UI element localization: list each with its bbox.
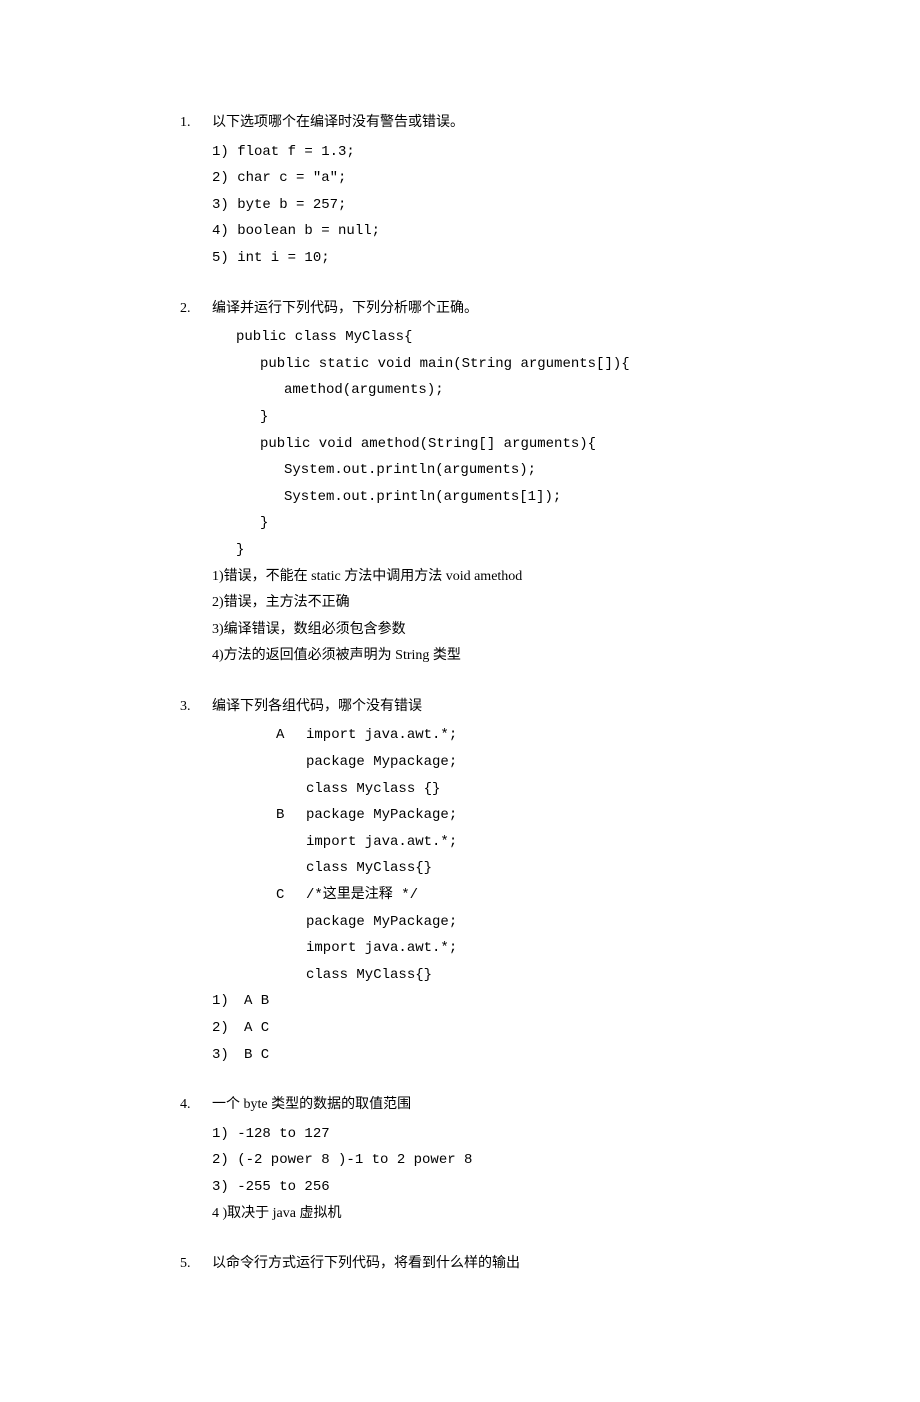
question-3-number: 3. — [180, 694, 212, 721]
question-1-header: 1. 以下选项哪个在编译时没有警告或错误。 — [180, 110, 740, 137]
q3-a-code-0: import java.awt.*; — [306, 722, 457, 749]
q2-ans-3: 3)编译错误，数组必须包含参数 — [180, 617, 740, 644]
q3-a-code-1: package Mypackage; — [180, 749, 740, 776]
q4-opt-1: 1) -128 to 127 — [180, 1121, 740, 1148]
q2-code-0: public class MyClass{ — [180, 324, 740, 351]
q3-opt-2-no: 2) — [212, 1015, 244, 1042]
q2-code-3: } — [180, 404, 740, 431]
q1-opt-1: 1) float f = 1.3; — [180, 139, 740, 166]
q3-opt-2: 2)A C — [180, 1015, 740, 1042]
q2-code-6: System.out.println(arguments[1]); — [180, 484, 740, 511]
q3-letter-c: C — [276, 882, 306, 909]
q3-c-code-3: class MyClass{} — [180, 962, 740, 989]
question-2-number: 2. — [180, 296, 212, 323]
question-5-number: 5. — [180, 1251, 212, 1278]
q2-ans-4: 4)方法的返回值必须被声明为 String 类型 — [180, 643, 740, 670]
q4-opt-4: 4 )取决于 java 虚拟机 — [180, 1201, 740, 1228]
q3-group-a-line-0: Aimport java.awt.*; — [180, 722, 740, 749]
question-2: 2. 编译并运行下列代码，下列分析哪个正确。 public class MyCl… — [180, 296, 740, 670]
question-5-text: 以命令行方式运行下列代码，将看到什么样的输出 — [212, 1251, 520, 1278]
document-page: 1. 以下选项哪个在编译时没有警告或错误。 1) float f = 1.3; … — [0, 0, 920, 1402]
q3-c-code-2: import java.awt.*; — [180, 935, 740, 962]
q3-b-code-0: package MyPackage; — [306, 802, 457, 829]
q3-opt-2-val: A C — [244, 1015, 269, 1042]
question-1-text: 以下选项哪个在编译时没有警告或错误。 — [212, 110, 464, 137]
question-4: 4. 一个 byte 类型的数据的取值范围 1) -128 to 127 2) … — [180, 1092, 740, 1227]
q3-opt-1: 1)A B — [180, 988, 740, 1015]
q2-code-4: public void amethod(String[] arguments){ — [180, 431, 740, 458]
q3-a-code-2: class Myclass {} — [180, 776, 740, 803]
q3-b-code-2: class MyClass{} — [180, 855, 740, 882]
question-3: 3. 编译下列各组代码，哪个没有错误 Aimport java.awt.*; p… — [180, 694, 740, 1068]
q3-opt-1-val: A B — [244, 988, 269, 1015]
q3-c-code-0: /*这里是注释 */ — [306, 882, 418, 909]
question-4-number: 4. — [180, 1092, 212, 1119]
question-1-number: 1. — [180, 110, 212, 137]
q2-code-7: } — [180, 510, 740, 537]
question-3-text: 编译下列各组代码，哪个没有错误 — [212, 694, 422, 721]
q3-group-c-line-0: C/*这里是注释 */ — [180, 882, 740, 909]
q2-code-2: amethod(arguments); — [180, 377, 740, 404]
question-5-header: 5. 以命令行方式运行下列代码，将看到什么样的输出 — [180, 1251, 740, 1278]
q3-letter-b: B — [276, 802, 306, 829]
question-1: 1. 以下选项哪个在编译时没有警告或错误。 1) float f = 1.3; … — [180, 110, 740, 272]
question-5: 5. 以命令行方式运行下列代码，将看到什么样的输出 — [180, 1251, 740, 1278]
q3-letter-a: A — [276, 722, 306, 749]
q3-opt-3-val: B C — [244, 1042, 269, 1069]
q2-ans-2: 2)错误，主方法不正确 — [180, 590, 740, 617]
q2-ans-1: 1)错误，不能在 static 方法中调用方法 void amethod — [180, 564, 740, 591]
question-2-header: 2. 编译并运行下列代码，下列分析哪个正确。 — [180, 296, 740, 323]
question-4-header: 4. 一个 byte 类型的数据的取值范围 — [180, 1092, 740, 1119]
q2-code-8: } — [180, 537, 740, 564]
q4-opt-3: 3) -255 to 256 — [180, 1174, 740, 1201]
q3-opt-1-no: 1) — [212, 988, 244, 1015]
q2-code-1: public static void main(String arguments… — [180, 351, 740, 378]
q2-code-5: System.out.println(arguments); — [180, 457, 740, 484]
q3-group-b-line-0: Bpackage MyPackage; — [180, 802, 740, 829]
q3-b-code-1: import java.awt.*; — [180, 829, 740, 856]
q4-opt-2: 2) (-2 power 8 )-1 to 2 power 8 — [180, 1147, 740, 1174]
question-4-text: 一个 byte 类型的数据的取值范围 — [212, 1092, 411, 1119]
q1-opt-3: 3) byte b = 257; — [180, 192, 740, 219]
q1-opt-5: 5) int i = 10; — [180, 245, 740, 272]
q3-c-code-1: package MyPackage; — [180, 909, 740, 936]
question-3-header: 3. 编译下列各组代码，哪个没有错误 — [180, 694, 740, 721]
q1-opt-4: 4) boolean b = null; — [180, 218, 740, 245]
q3-opt-3: 3)B C — [180, 1042, 740, 1069]
q3-opt-3-no: 3) — [212, 1042, 244, 1069]
question-2-text: 编译并运行下列代码，下列分析哪个正确。 — [212, 296, 478, 323]
q1-opt-2: 2) char c = "a"; — [180, 165, 740, 192]
